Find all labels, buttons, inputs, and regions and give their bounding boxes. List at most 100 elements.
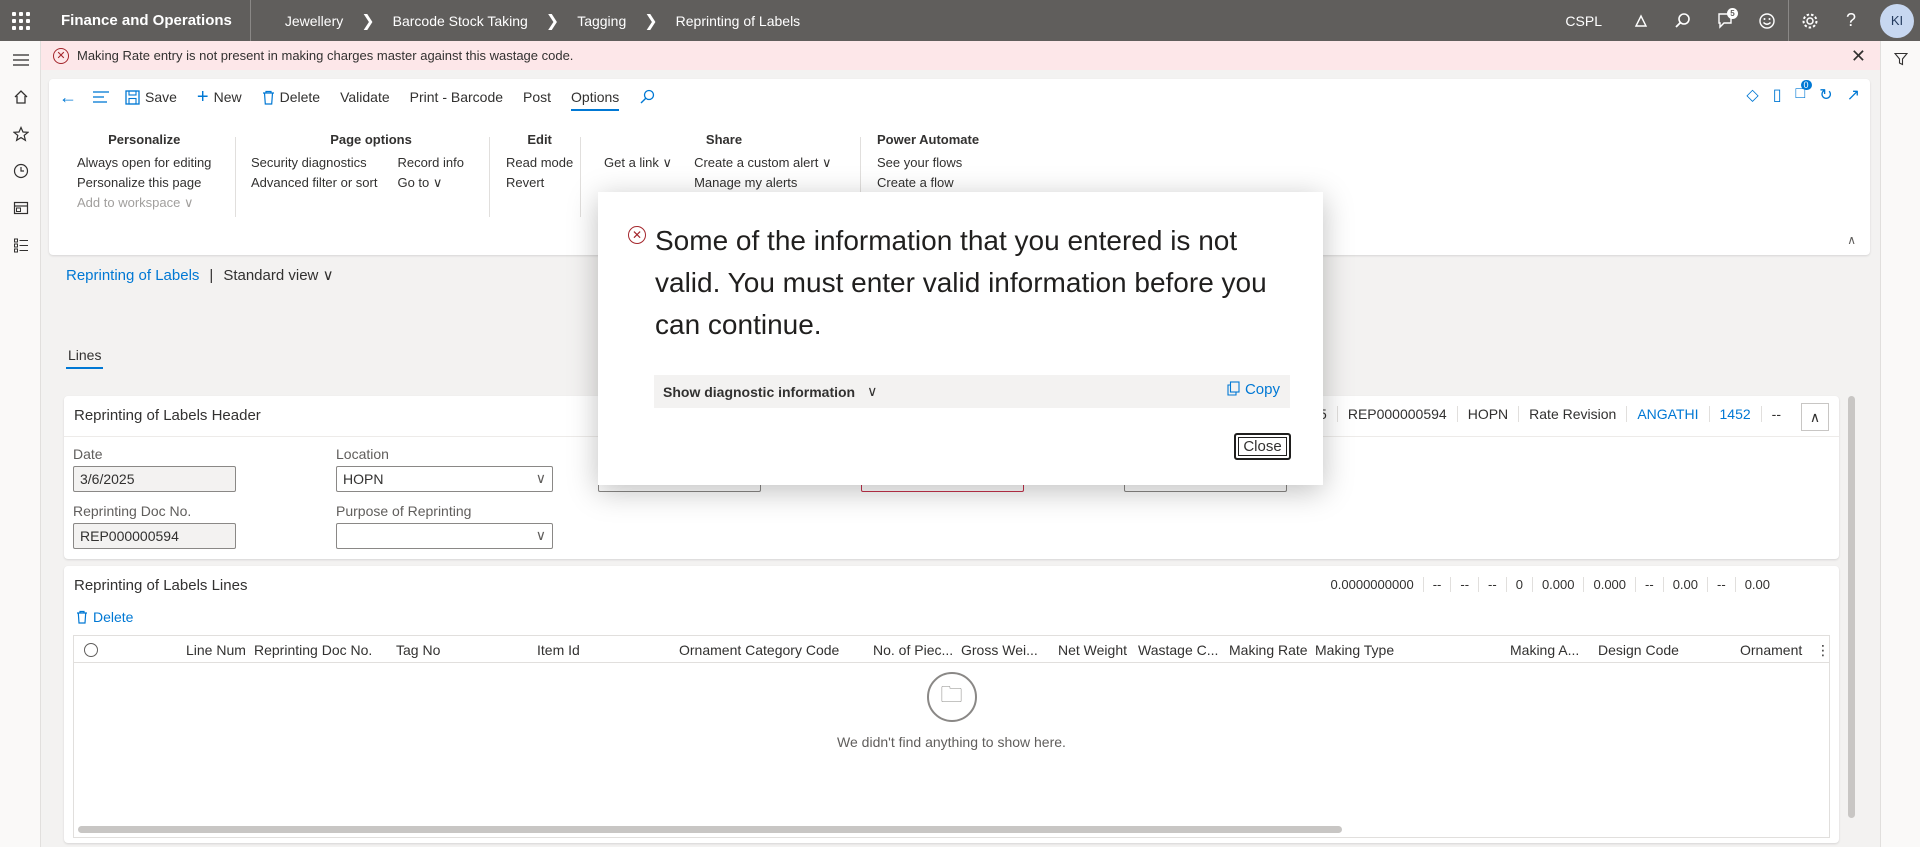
home-icon[interactable] bbox=[0, 78, 41, 115]
personalize-this-page[interactable]: Personalize this page bbox=[77, 173, 211, 193]
create-custom-alert[interactable]: Create a custom alert ∨ bbox=[694, 153, 831, 173]
security-diagnostics[interactable]: Security diagnostics bbox=[251, 153, 377, 173]
column-header[interactable]: Line Num bbox=[186, 642, 246, 658]
attachments-icon[interactable]: □ 0 bbox=[1796, 80, 1812, 105]
notification-icon[interactable]: 5 bbox=[1704, 0, 1746, 41]
view-selector[interactable]: Standard view ∨ bbox=[223, 266, 333, 284]
show-diagnostic-toggle[interactable]: Show diagnostic information ∨ Copy bbox=[654, 375, 1290, 408]
delete-button[interactable]: Delete bbox=[252, 79, 330, 115]
search-button[interactable] bbox=[629, 79, 665, 115]
get-a-link[interactable]: Get a link ∨ bbox=[604, 153, 672, 193]
purpose-select[interactable]: ∨ bbox=[336, 523, 553, 549]
office-icon[interactable]: ▯ bbox=[1773, 85, 1782, 105]
print-barcode-button[interactable]: Print - Barcode bbox=[400, 79, 513, 115]
fasttab-title[interactable]: Reprinting of Labels Header bbox=[74, 407, 261, 424]
purpose-field: Purpose of Reprinting ∨ bbox=[336, 503, 553, 549]
add-to-workspace: Add to workspace ∨ bbox=[77, 195, 194, 210]
hidden-input[interactable] bbox=[598, 484, 761, 492]
column-header[interactable]: Reprinting Doc No. bbox=[254, 642, 372, 658]
toolbar: ← Save + New Delete Validate Print - Bar… bbox=[49, 79, 665, 115]
avatar[interactable]: KI bbox=[1880, 3, 1914, 38]
create-a-flow[interactable]: Create a flow bbox=[877, 173, 979, 193]
see-your-flows[interactable]: See your flows bbox=[877, 153, 979, 173]
workspace-icon[interactable] bbox=[0, 189, 41, 226]
chevron-up-icon[interactable]: ∧ bbox=[1847, 233, 1856, 247]
collapse-fasttab-button[interactable]: ∧ bbox=[1801, 403, 1829, 431]
notification-badge: 5 bbox=[1727, 8, 1738, 19]
column-header[interactable]: Item Id bbox=[537, 642, 580, 658]
date-field: Date 3/6/2025 bbox=[73, 446, 236, 492]
list-toggle-button[interactable] bbox=[87, 79, 115, 115]
copilot-icon[interactable] bbox=[1620, 0, 1662, 41]
more-columns-icon[interactable]: ⋮ bbox=[1816, 642, 1830, 659]
close-button[interactable]: Close bbox=[1234, 433, 1291, 460]
location-select[interactable]: HOPN ∨ bbox=[336, 466, 553, 492]
column-header[interactable]: Tag No bbox=[396, 642, 440, 658]
horizontal-scrollbar[interactable] bbox=[78, 826, 1342, 833]
record-info[interactable]: Record info bbox=[397, 153, 463, 173]
hamburger-icon[interactable] bbox=[0, 41, 41, 78]
column-header[interactable]: Making Rate bbox=[1229, 642, 1308, 658]
date-input[interactable]: 3/6/2025 bbox=[73, 466, 236, 492]
column-header[interactable]: Ornament bbox=[1740, 642, 1802, 658]
breadcrumb-item[interactable]: Jewellery bbox=[267, 13, 361, 29]
clock-icon[interactable] bbox=[0, 152, 41, 189]
column-header[interactable]: Net Weight bbox=[1058, 642, 1127, 658]
revert[interactable]: Revert bbox=[506, 173, 573, 193]
save-button[interactable]: Save bbox=[115, 79, 187, 115]
tab-lines[interactable]: Lines bbox=[65, 347, 104, 369]
post-button[interactable]: Post bbox=[513, 79, 561, 115]
back-button[interactable]: ← bbox=[49, 79, 87, 115]
page-title-link[interactable]: Reprinting of Labels bbox=[66, 267, 199, 284]
popout-icon[interactable]: ↗ bbox=[1847, 85, 1860, 105]
select-all-checkbox[interactable] bbox=[84, 643, 98, 657]
gear-icon[interactable] bbox=[1788, 0, 1830, 41]
column-header[interactable]: Ornament Category Code bbox=[679, 642, 839, 658]
column-header[interactable]: Making A... bbox=[1510, 642, 1579, 658]
lines-totals: 0.0000000000 -- -- -- 0 0.000 0.000 -- 0.00 -- 0.0… bbox=[1322, 577, 1779, 592]
app-launcher-button[interactable] bbox=[0, 0, 41, 41]
always-open-for-editing[interactable]: Always open for editing bbox=[77, 153, 211, 173]
app-title[interactable]: Finance and Operations bbox=[41, 0, 251, 41]
action-pane-right-tools: ◇ ▯ □ 0 ↻ ↗ bbox=[1746, 80, 1860, 105]
advanced-filter-or-sort[interactable]: Advanced filter or sort bbox=[251, 173, 377, 193]
breadcrumb-item[interactable]: Barcode Stock Taking bbox=[375, 13, 546, 29]
go-to[interactable]: Go to ∨ bbox=[397, 173, 463, 193]
column-header[interactable]: Wastage C... bbox=[1138, 642, 1218, 658]
reprinting-doc-input[interactable]: REP000000594 bbox=[73, 523, 236, 549]
chevron-down-icon: ∨ bbox=[183, 195, 194, 210]
close-icon[interactable]: ✕ bbox=[1851, 46, 1866, 67]
lines-delete-button[interactable]: Delete bbox=[76, 609, 133, 625]
smiley-icon[interactable] bbox=[1746, 0, 1788, 41]
new-button[interactable]: + New bbox=[187, 79, 252, 115]
separator: | bbox=[209, 266, 214, 284]
chevron-down-icon: ∨ bbox=[322, 267, 334, 284]
star-icon[interactable] bbox=[0, 115, 41, 152]
column-header[interactable]: Making Type bbox=[1315, 642, 1394, 658]
filter-icon[interactable] bbox=[1881, 41, 1920, 77]
hidden-input[interactable] bbox=[1124, 484, 1287, 492]
chevron-down-icon: ∨ bbox=[432, 175, 443, 190]
location-field: Location HOPN ∨ bbox=[336, 446, 553, 492]
breadcrumb-item[interactable]: Tagging bbox=[559, 13, 644, 29]
vertical-scrollbar[interactable] bbox=[1848, 396, 1855, 818]
options-tab[interactable]: Options bbox=[561, 79, 629, 115]
copy-button[interactable]: Copy bbox=[1227, 381, 1280, 398]
search-icon[interactable] bbox=[1662, 0, 1704, 41]
column-header[interactable]: Design Code bbox=[1598, 642, 1679, 658]
company-picker[interactable]: CSPL bbox=[1565, 13, 1602, 29]
modules-list-icon[interactable] bbox=[0, 226, 41, 263]
column-header[interactable]: No. of Piec... bbox=[873, 642, 953, 658]
manage-my-alerts[interactable]: Manage my alerts bbox=[694, 173, 831, 193]
power-automate-group: Power Automate See your flows Create a f… bbox=[877, 132, 979, 193]
top-bar: Finance and Operations Jewellery ❯ Barco… bbox=[0, 0, 1920, 41]
breadcrumb-item[interactable]: Reprinting of Labels bbox=[658, 13, 819, 29]
hidden-input-error[interactable] bbox=[861, 484, 1024, 492]
column-header[interactable]: Gross Wei... bbox=[961, 642, 1038, 658]
diamond-icon[interactable]: ◇ bbox=[1746, 85, 1758, 105]
validate-button[interactable]: Validate bbox=[330, 79, 400, 115]
read-mode[interactable]: Read mode bbox=[506, 153, 573, 173]
fasttab-title[interactable]: Reprinting of Labels Lines bbox=[74, 577, 247, 594]
help-icon[interactable]: ? bbox=[1830, 0, 1872, 41]
refresh-icon[interactable]: ↻ bbox=[1819, 85, 1832, 105]
